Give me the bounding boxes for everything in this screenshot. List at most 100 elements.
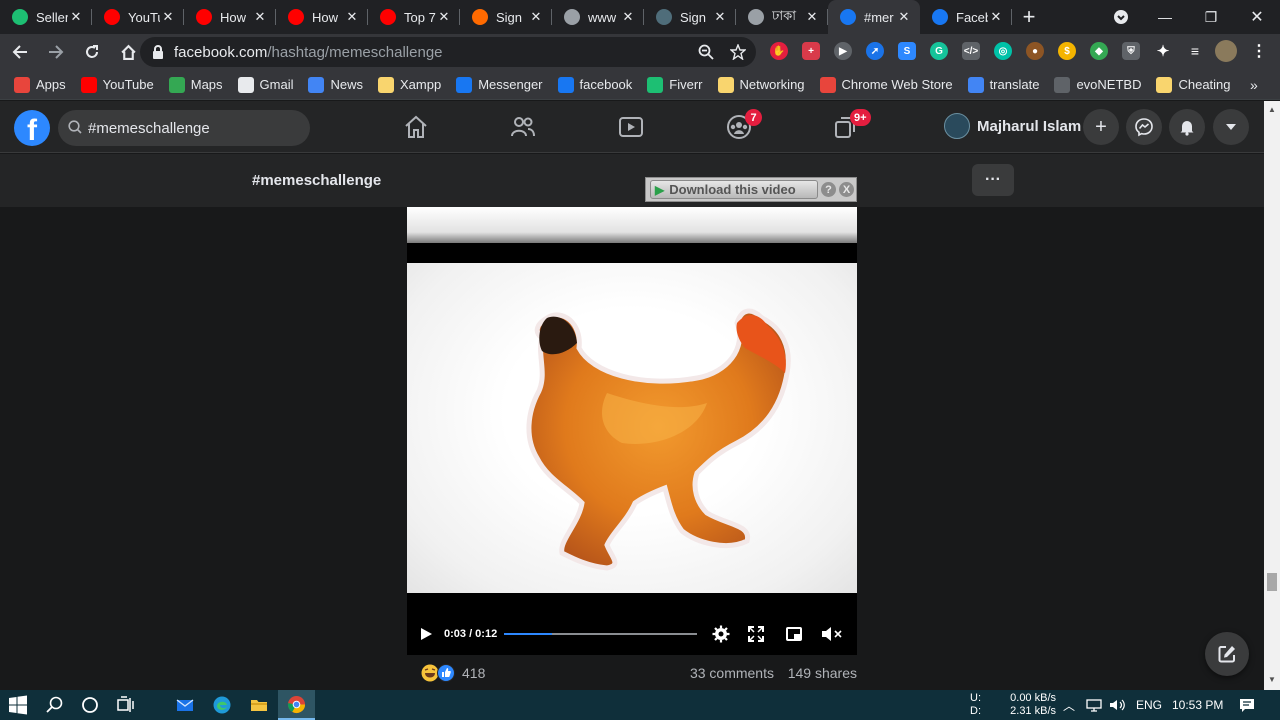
address-bar[interactable]: facebook.com/hashtag/memeschallenge [140,37,756,67]
coin-extension-icon[interactable]: $ [1058,42,1076,60]
bookmark-item[interactable]: Xampp [378,76,441,93]
close-tab-icon[interactable]: ✕ [344,9,360,25]
scrollbar-thumb[interactable] [1267,573,1277,591]
create-button[interactable]: + [1083,109,1119,145]
google-ext-icon[interactable]: ◆ [1090,42,1108,60]
fullscreen-icon[interactable] [748,626,764,642]
picture-in-picture-icon[interactable] [786,626,802,642]
browser-tab[interactable]: www ✕ [552,0,644,34]
scroll-down-arrow-icon[interactable]: ▼ [1268,675,1276,684]
more-options-button[interactable]: ··· [972,164,1014,196]
action-center-icon[interactable] [1239,697,1255,713]
chrome-menu-icon[interactable]: ⋮ [1250,42,1268,60]
browser-tab[interactable]: Seller ✕ [0,0,92,34]
bookmark-item[interactable]: Gmail [237,76,293,93]
close-tab-icon[interactable]: ✕ [68,9,84,25]
browser-tab[interactable]: ঢাকা ✕ [736,0,828,34]
reload-button[interactable] [76,36,108,68]
browser-tab[interactable]: Sign ✕ [644,0,736,34]
cookie-extension-icon[interactable]: ● [1026,42,1044,60]
settings-gear-icon[interactable] [712,625,730,643]
bookmark-item[interactable]: Messenger [456,76,543,93]
comments-count[interactable]: 33 comments [690,665,774,681]
download-help-button[interactable]: ? [821,182,836,197]
tray-overflow-chevron-icon[interactable]: ︿ [1063,690,1075,720]
page-scrollbar[interactable]: ▲ ▼ [1264,101,1280,690]
close-tab-icon[interactable]: ✕ [436,9,452,25]
file-explorer-icon[interactable] [249,695,269,715]
close-tab-icon[interactable]: ✕ [804,9,820,25]
play-icon[interactable] [419,627,433,641]
bookmarks-overflow-icon[interactable]: » [1250,77,1258,93]
windows-start-icon[interactable] [8,695,28,715]
grammarly-extension-icon[interactable]: G [930,42,948,60]
notifications-button[interactable] [1169,109,1205,145]
code-extension-icon[interactable]: </> [962,42,980,60]
edge-browser-icon[interactable] [212,695,232,715]
close-tab-icon[interactable]: ✕ [988,9,1004,25]
video-downloader-extension-icon[interactable]: + [802,42,820,60]
download-close-button[interactable]: X [839,182,854,197]
bookmark-item[interactable]: facebook [557,76,632,93]
mail-app-icon[interactable] [175,695,195,715]
adblock-extension-icon[interactable]: ✋ [770,42,788,60]
new-tab-button[interactable]: + [1012,0,1046,34]
extensions-puzzle-icon[interactable]: ✦ [1154,42,1172,60]
browser-tab[interactable]: Faceb✕ [920,0,1012,34]
facebook-search-input[interactable]: #memeschallenge [58,110,310,146]
minimize-button[interactable]: — [1142,0,1188,34]
network-icon[interactable] [1086,698,1102,712]
task-view-icon[interactable] [116,695,136,715]
bookmark-item[interactable]: YouTube [80,76,154,93]
bookmark-item[interactable]: Maps [168,76,223,93]
browser-tab[interactable]: Sign ✕ [460,0,552,34]
chrome-profile-avatar[interactable] [1215,40,1237,62]
video-player[interactable]: 0:03 / 0:12 [407,207,857,655]
friends-nav-icon[interactable] [509,113,537,141]
close-window-button[interactable]: ✕ [1234,0,1280,34]
close-tab-icon[interactable]: ✕ [712,9,728,25]
cortana-icon[interactable] [80,695,100,715]
browser-tab[interactable]: How ✕ [184,0,276,34]
new-message-button[interactable] [1205,632,1249,676]
download-video-button[interactable]: ▶ Download this video [650,180,818,199]
browser-tab[interactable]: #mer ✕ [828,0,920,34]
watch-nav-icon[interactable] [617,113,645,141]
browser-tab[interactable]: How ✕ [276,0,368,34]
browser-tab[interactable]: YouTu✕ [92,0,184,34]
mute-icon[interactable] [821,626,843,642]
home-nav-icon[interactable] [402,113,430,141]
close-tab-icon[interactable]: ✕ [620,9,636,25]
volume-icon[interactable] [1109,698,1127,712]
search-taskbar-icon[interactable] [45,695,65,715]
scroll-up-arrow-icon[interactable]: ▲ [1268,105,1276,114]
messenger-button[interactable] [1126,109,1162,145]
bookmark-item[interactable]: Apps [14,76,66,93]
clock[interactable]: 10:53 PM [1172,690,1223,720]
forward-button[interactable] [40,36,72,68]
tab-search-icon[interactable] [1108,0,1134,34]
close-tab-icon[interactable]: ✕ [896,9,912,25]
zoom-icon[interactable] [698,44,714,60]
circle-extension-icon[interactable]: ◎ [994,42,1012,60]
profile-link[interactable]: Majharul Islam [944,113,1081,139]
media-control-icon[interactable]: ≡ [1186,42,1204,60]
close-tab-icon[interactable]: ✕ [160,9,176,25]
bookmark-item[interactable]: News [308,76,363,93]
shield-extension-icon[interactable]: ⛨ [1122,42,1140,60]
chrome-taskbar-button[interactable] [278,690,315,720]
bookmark-item[interactable]: translate [967,76,1039,93]
like-reaction-icon[interactable] [437,664,455,682]
restore-button[interactable]: ❐ [1188,0,1234,34]
shares-count[interactable]: 149 shares [788,665,857,681]
bookmark-item[interactable]: Fiverr [647,76,703,93]
close-tab-icon[interactable]: ✕ [528,9,544,25]
close-tab-icon[interactable]: ✕ [252,9,268,25]
language-indicator[interactable]: ENG [1136,690,1162,720]
bookmark-item[interactable]: evoNETBD [1054,76,1141,93]
browser-tab[interactable]: Top 7 ✕ [368,0,460,34]
bookmark-star-icon[interactable] [730,44,746,60]
back-button[interactable] [4,36,36,68]
rocket-extension-icon[interactable]: ➚ [866,42,884,60]
bookmark-item[interactable]: Cheating [1156,76,1231,93]
